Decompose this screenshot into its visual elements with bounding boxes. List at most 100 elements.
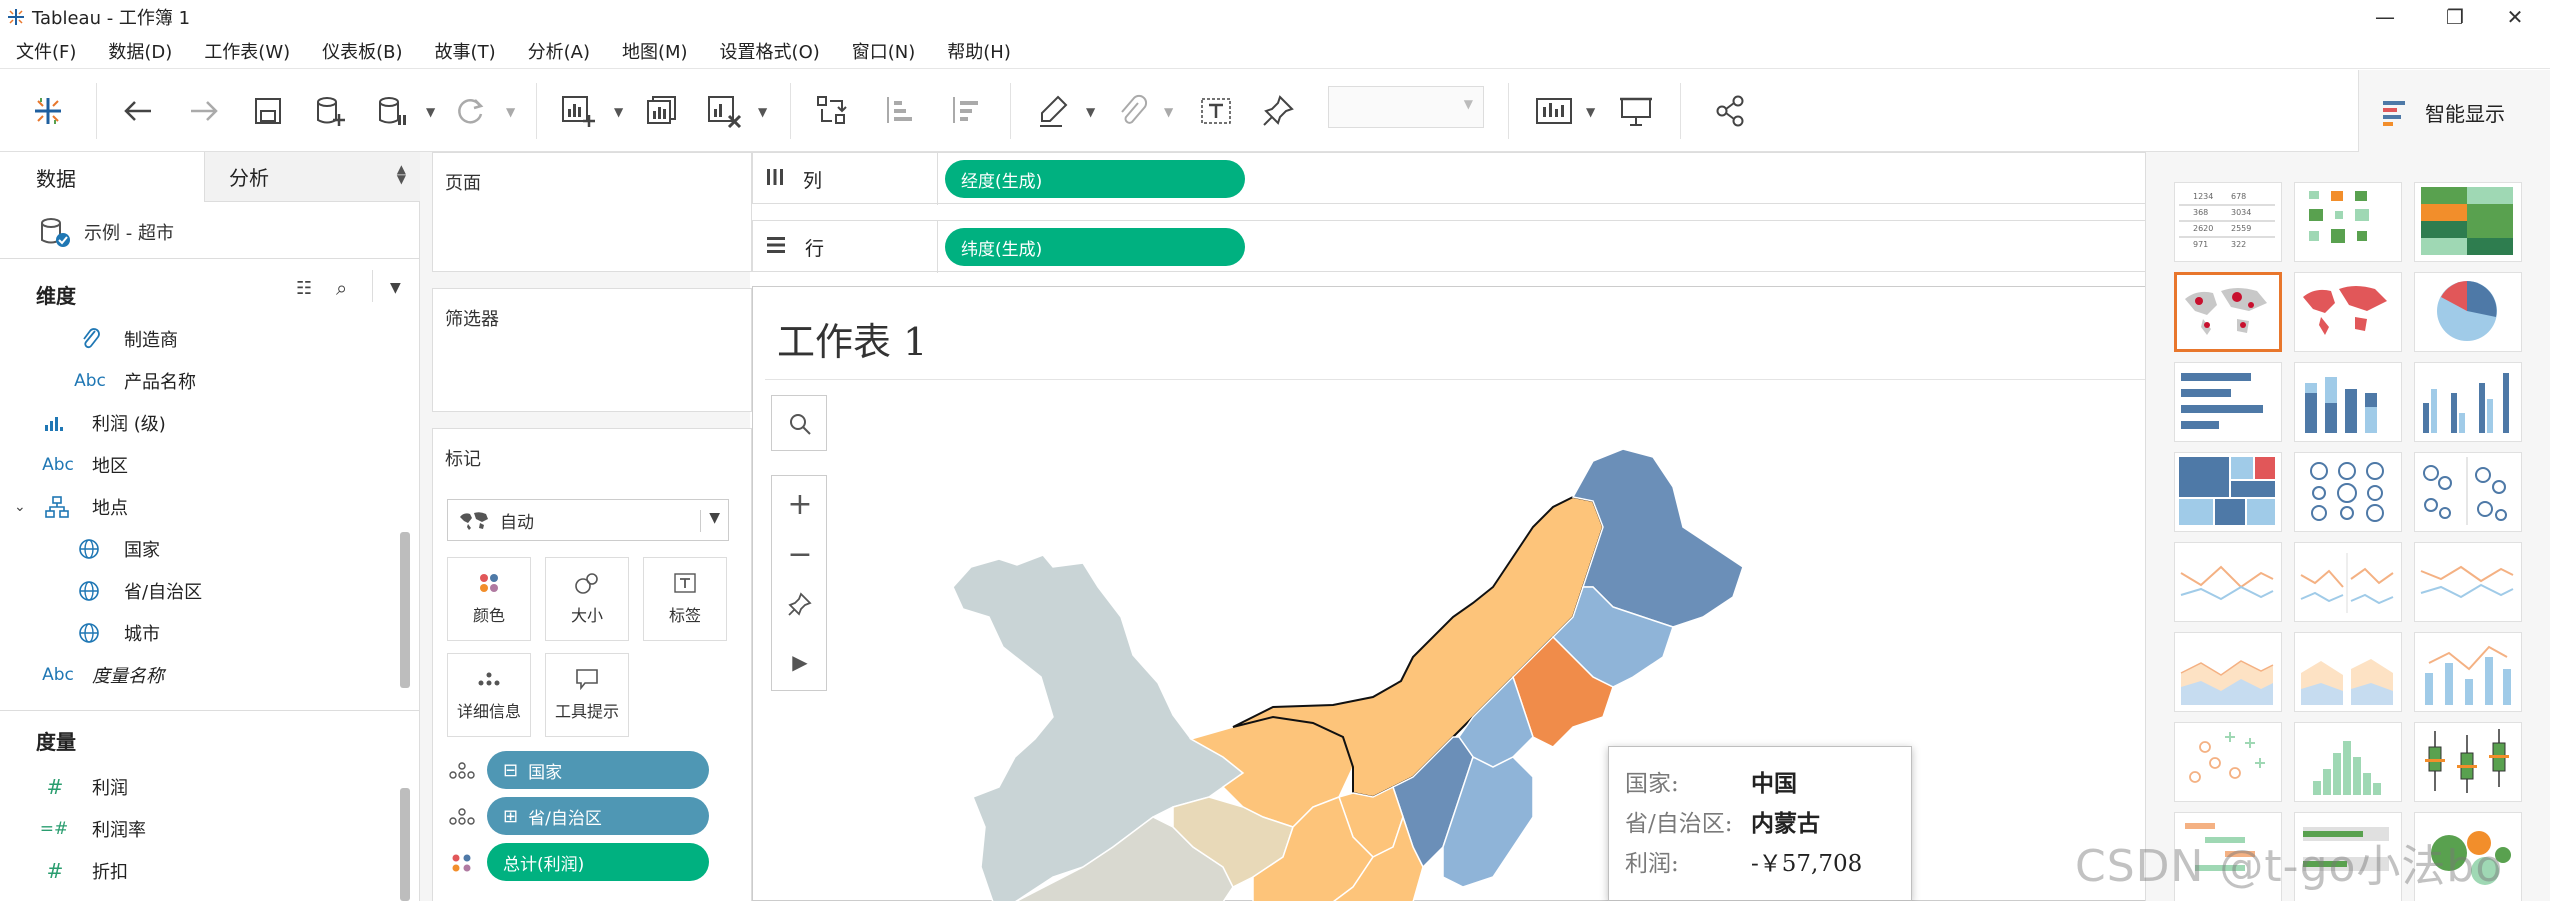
chart-type-symbol-map[interactable] bbox=[2174, 272, 2282, 352]
field-location-hierarchy[interactable]: ⌄ 地点 bbox=[0, 486, 400, 528]
zoom-out-button[interactable]: − bbox=[772, 526, 828, 582]
refresh-button[interactable] bbox=[448, 87, 492, 135]
map-toolbar-expand-button[interactable]: ▶ bbox=[772, 634, 828, 690]
chart-type-heatmap[interactable] bbox=[2294, 182, 2402, 262]
share-button[interactable] bbox=[1708, 87, 1752, 135]
field-product-name[interactable]: Abc 产品名称 bbox=[0, 360, 400, 402]
worksheet-size-dropdown[interactable]: ▼ bbox=[1328, 86, 1484, 128]
chart-type-dual-combination[interactable] bbox=[2414, 632, 2522, 712]
label-mark-button[interactable]: 标签 bbox=[643, 557, 727, 641]
field-manufacturer[interactable]: 制造商 bbox=[0, 318, 400, 360]
show-me-button[interactable]: 智能显示 bbox=[2358, 70, 2550, 154]
sum-profit-pill[interactable]: 总计(利润) bbox=[487, 843, 709, 881]
tab-analysis[interactable]: 分析 ▲ ▼ bbox=[204, 152, 420, 202]
field-profit[interactable]: # 利润 bbox=[0, 766, 400, 808]
chart-type-side-by-side-circles[interactable] bbox=[2414, 452, 2522, 532]
chart-type-treemap[interactable] bbox=[2174, 452, 2282, 532]
close-button[interactable]: ✕ bbox=[2480, 0, 2550, 34]
chart-type-text-table[interactable]: 1234 678 368 3034 2620 2559 971 322 bbox=[2174, 182, 2282, 262]
chevron-down-icon[interactable]: ▼ bbox=[1164, 105, 1173, 119]
field-region[interactable]: Abc 地区 bbox=[0, 444, 400, 486]
chevron-down-icon[interactable]: ▼ bbox=[758, 105, 767, 119]
chevron-down-icon[interactable]: ▼ bbox=[506, 105, 515, 119]
presentation-mode-button[interactable] bbox=[1614, 87, 1658, 135]
chart-type-area-continuous[interactable] bbox=[2174, 632, 2282, 712]
latitude-pill[interactable]: 纬度(生成) bbox=[945, 228, 1245, 266]
chart-type-side-by-side-bars[interactable] bbox=[2414, 362, 2522, 442]
mark-pill-profit[interactable]: 总计(利润) bbox=[447, 843, 737, 883]
chart-type-area-discrete[interactable] bbox=[2294, 632, 2402, 712]
chevron-down-icon[interactable]: ▼ bbox=[390, 280, 401, 296]
china-profit-map[interactable] bbox=[753, 287, 2146, 901]
swap-rows-columns-button[interactable] bbox=[810, 87, 854, 135]
sort-ascending-button[interactable] bbox=[876, 87, 920, 135]
chart-type-dual-lines[interactable] bbox=[2414, 542, 2522, 622]
new-datasource-button[interactable] bbox=[308, 87, 352, 135]
fix-axes-button[interactable] bbox=[1256, 87, 1300, 135]
field-city[interactable]: 城市 bbox=[0, 612, 400, 654]
chart-type-horizontal-bars[interactable] bbox=[2174, 362, 2282, 442]
tab-data[interactable]: 数据 bbox=[0, 152, 204, 202]
menu-worksheet[interactable]: 工作表(W) bbox=[188, 38, 306, 64]
menu-dashboard[interactable]: 仪表板(B) bbox=[306, 38, 418, 64]
minimize-button[interactable]: — bbox=[2350, 0, 2420, 34]
chart-type-histogram[interactable] bbox=[2294, 722, 2402, 802]
color-mark-button[interactable]: 颜色 bbox=[447, 557, 531, 641]
collapse-icon[interactable]: ⊟ bbox=[503, 760, 518, 781]
measures-scrollbar[interactable] bbox=[400, 788, 410, 901]
dimensions-scrollbar[interactable] bbox=[400, 532, 410, 688]
longitude-pill[interactable]: 经度(生成) bbox=[945, 160, 1245, 198]
field-profit-bin[interactable]: 利润 (级) bbox=[0, 402, 400, 444]
duplicate-sheet-button[interactable] bbox=[640, 87, 684, 135]
chart-type-box-plot[interactable] bbox=[2414, 722, 2522, 802]
chart-type-highlight-table[interactable] bbox=[2414, 182, 2522, 262]
menu-data[interactable]: 数据(D) bbox=[92, 38, 188, 64]
menu-analysis[interactable]: 分析(A) bbox=[512, 38, 606, 64]
redo-button[interactable] bbox=[182, 87, 226, 135]
province-pill[interactable]: ⊞ 省/自治区 bbox=[487, 797, 709, 835]
highlight-button[interactable] bbox=[1032, 87, 1076, 135]
undo-button[interactable] bbox=[116, 87, 160, 135]
list-view-icon[interactable]: ☷ bbox=[296, 278, 312, 299]
detail-mark-button[interactable]: 详细信息 bbox=[447, 653, 531, 737]
zoom-in-button[interactable]: + bbox=[772, 476, 828, 532]
size-mark-button[interactable]: 大小 bbox=[545, 557, 629, 641]
chevron-down-icon[interactable]: ▼ bbox=[1086, 105, 1095, 119]
clear-sheet-button[interactable] bbox=[702, 87, 746, 135]
pause-updates-button[interactable] bbox=[370, 87, 414, 135]
sort-descending-button[interactable] bbox=[942, 87, 986, 135]
save-button[interactable] bbox=[246, 87, 290, 135]
field-province[interactable]: 省/自治区 bbox=[0, 570, 400, 612]
fit-selector-button[interactable] bbox=[1532, 87, 1576, 135]
datasource-item[interactable]: 示例 - 超市 bbox=[38, 216, 174, 248]
chart-type-filled-map[interactable] bbox=[2294, 272, 2402, 352]
mark-pill-country[interactable]: ⊟ 国家 bbox=[447, 751, 737, 791]
rows-shelf[interactable]: 行 纬度(生成) bbox=[752, 220, 2145, 273]
country-pill[interactable]: ⊟ 国家 bbox=[487, 751, 709, 789]
chart-type-lines-continuous[interactable] bbox=[2174, 542, 2282, 622]
chart-type-scatter[interactable] bbox=[2174, 722, 2282, 802]
chevron-down-icon[interactable]: ▼ bbox=[426, 105, 435, 119]
search-icon[interactable]: ⌕ bbox=[336, 276, 347, 300]
columns-shelf[interactable]: 列 经度(生成) bbox=[752, 152, 2145, 205]
chart-type-lines-discrete[interactable] bbox=[2294, 542, 2402, 622]
field-country[interactable]: 国家 bbox=[0, 528, 400, 570]
viz-canvas[interactable]: 工作表 1 + − ▶ bbox=[752, 286, 2146, 901]
group-members-button[interactable] bbox=[1110, 87, 1154, 135]
pages-card[interactable]: 页面 bbox=[432, 152, 752, 272]
chevron-down-icon[interactable]: ⌄ bbox=[14, 499, 26, 515]
chart-type-stacked-bars[interactable] bbox=[2294, 362, 2402, 442]
tooltip-mark-button[interactable]: 工具提示 bbox=[545, 653, 629, 737]
field-discount[interactable]: # 折扣 bbox=[0, 850, 400, 892]
filters-card[interactable]: 筛选器 bbox=[432, 288, 752, 412]
menu-format[interactable]: 设置格式(O) bbox=[704, 38, 836, 64]
menu-map[interactable]: 地图(M) bbox=[606, 38, 704, 64]
mark-pill-province[interactable]: ⊞ 省/自治区 bbox=[447, 797, 737, 837]
chevron-down-icon[interactable]: ▼ bbox=[1586, 105, 1595, 119]
menu-window[interactable]: 窗口(N) bbox=[836, 38, 932, 64]
new-worksheet-button[interactable] bbox=[556, 87, 600, 135]
pin-map-button[interactable] bbox=[772, 576, 828, 632]
show-mark-labels-button[interactable] bbox=[1194, 87, 1238, 135]
chevron-down-icon[interactable]: ▼ bbox=[614, 105, 623, 119]
chart-type-circle-views[interactable] bbox=[2294, 452, 2402, 532]
